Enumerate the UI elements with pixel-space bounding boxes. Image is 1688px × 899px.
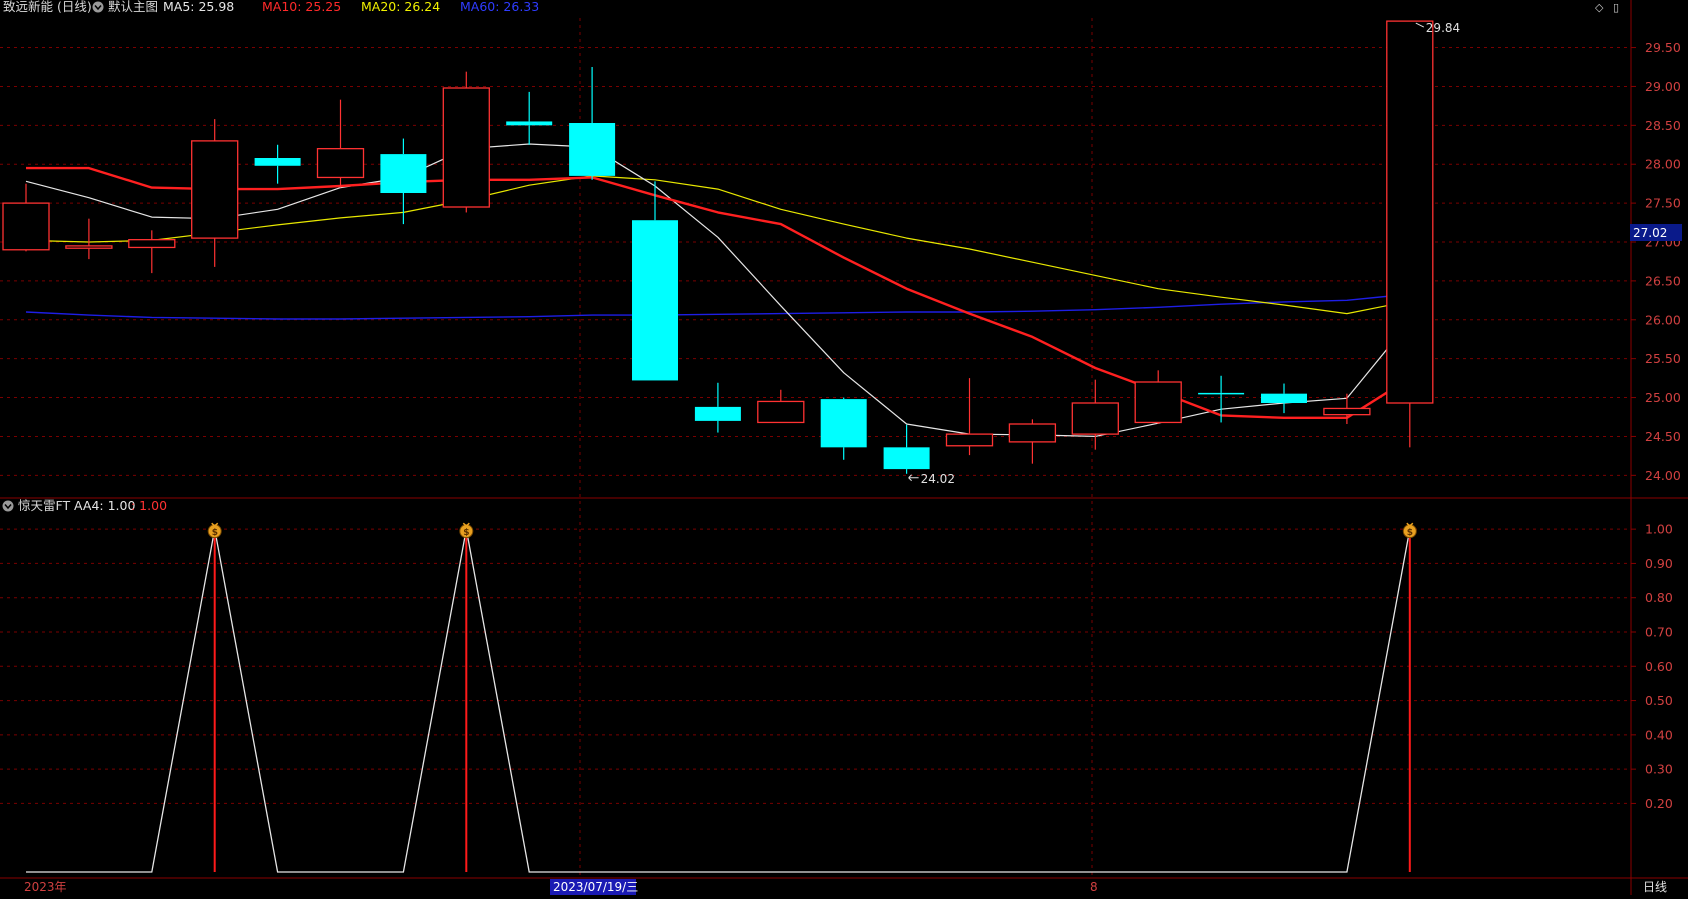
indicator-header: 惊天雷FT AA4: 1.00 : 1.00	[2, 498, 167, 513]
stock-chart-window: 29.84 24.02 $ $ $ 29.50 29.00 28.50 28.00 27.50 2…	[0, 0, 1688, 895]
candle-body-up	[1071, 402, 1119, 435]
diamond-icon[interactable]: ◇	[1595, 1, 1604, 14]
chart-canvas[interactable]: 29.84 24.02 $ $ $ 29.50 29.00 28.50 28.00 27.50 2…	[0, 0, 1688, 895]
candle-body-down	[506, 121, 553, 126]
candle-body-down	[883, 447, 930, 470]
window-toggle-icon[interactable]: ▯	[1613, 1, 1619, 14]
price-tick-label: 27.50	[1645, 196, 1681, 211]
indicator-tick-label: 0.60	[1645, 659, 1673, 674]
indicator-tick-label: 0.80	[1645, 590, 1673, 605]
candle-body-up	[945, 433, 994, 447]
candle-body-up	[316, 148, 365, 179]
date-axis-month-mark: 8	[1090, 880, 1098, 894]
chevron-down-icon[interactable]	[92, 1, 104, 13]
template-label[interactable]: 默认主图	[108, 0, 158, 14]
price-tick-label: 28.50	[1645, 118, 1681, 133]
indicator-tick-label: 0.40	[1645, 727, 1673, 742]
candle-body-down	[380, 154, 427, 193]
candle-body-down	[820, 399, 867, 448]
candle-body-down	[1261, 393, 1307, 403]
candle-body-up	[757, 400, 805, 424]
candle-body-up	[191, 140, 239, 239]
ma10-label: MA10: 25.25	[262, 0, 341, 14]
current-price-label: 27.02	[1633, 226, 1667, 240]
candle-body-up	[2, 202, 50, 251]
candle-body-down	[1198, 392, 1245, 395]
money-bag-symbol: $	[212, 528, 218, 538]
date-cursor-label: 2023/07/19/三	[553, 880, 638, 894]
candle-body-down	[569, 123, 616, 176]
candle[interactable]	[1386, 20, 1434, 448]
candle-body-up	[1323, 407, 1371, 416]
money-bag-symbol: $	[1407, 528, 1413, 538]
candle-body-down	[254, 158, 301, 166]
indicator-tick-label: 0.20	[1645, 796, 1673, 811]
price-tick-label: 24.00	[1645, 468, 1681, 483]
candle-body-up	[128, 239, 176, 249]
indicator-name[interactable]: 惊天雷FT	[18, 498, 70, 513]
indicator-tick-label: 1.00	[1645, 522, 1673, 537]
price-tick-label: 26.50	[1645, 273, 1681, 288]
indicator-tick-label: 0.30	[1645, 762, 1673, 777]
stock-title[interactable]: 致远新能 (日线)	[3, 0, 92, 14]
price-tick-label: 24.50	[1645, 429, 1681, 444]
candle-body-down	[694, 406, 741, 421]
ma5-label: MA5: 25.98	[163, 0, 234, 14]
low-price-label: 24.02	[921, 472, 955, 486]
indicator-aa4-label: AA4: 1.00	[74, 498, 135, 513]
candle-body-down	[632, 220, 678, 381]
candle-body-up	[1008, 423, 1057, 443]
candle[interactable]	[442, 71, 490, 213]
ma60-label: MA60: 26.33	[460, 0, 539, 14]
indicator-tick-label: 0.90	[1645, 556, 1673, 571]
ma20-label: MA20: 26.24	[361, 0, 440, 14]
price-tick-label: 25.50	[1645, 351, 1681, 366]
candle-body-up	[65, 245, 113, 249]
indicator-value: : 1.00	[131, 498, 167, 513]
candle-body-up	[442, 87, 490, 208]
candle-body-up	[1386, 20, 1434, 404]
period-label[interactable]: 日线	[1643, 880, 1667, 894]
money-bag-symbol: $	[463, 528, 469, 538]
candle-body-up	[1134, 381, 1182, 424]
price-tick-label: 29.50	[1645, 40, 1681, 55]
price-tick-label: 25.00	[1645, 390, 1681, 405]
indicator-tick-label: 0.70	[1645, 625, 1673, 640]
price-tick-label: 29.00	[1645, 79, 1681, 94]
price-tick-label: 26.00	[1645, 312, 1681, 327]
high-price-label: 29.84	[1426, 21, 1460, 35]
price-tick-label: 28.00	[1645, 157, 1681, 172]
indicator-tick-label: 0.50	[1645, 693, 1673, 708]
date-axis-start: 2023年	[24, 880, 67, 894]
indicator-chevron-icon[interactable]	[2, 500, 14, 512]
